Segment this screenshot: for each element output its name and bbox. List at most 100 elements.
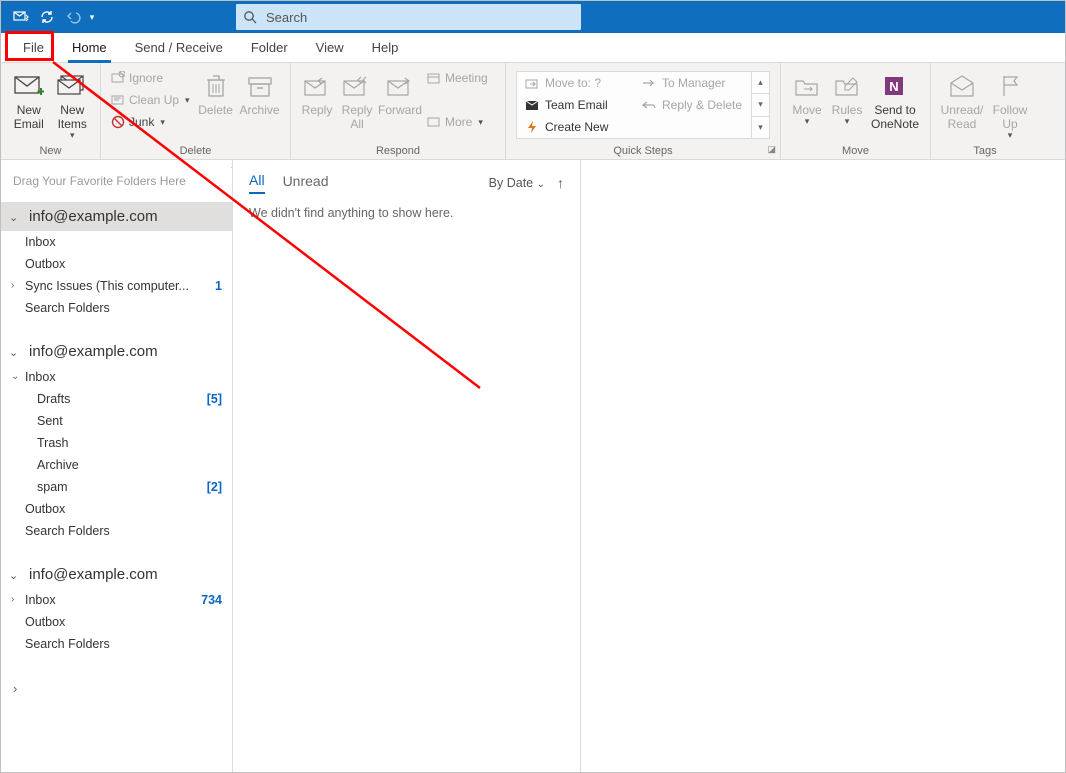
folder-item-inbox[interactable]: Inbox734	[1, 589, 232, 611]
sort-direction-button[interactable]: ↑	[557, 175, 564, 191]
folder-item-outbox[interactable]: Outbox	[1, 611, 232, 633]
folder-item-drafts[interactable]: Drafts[5]	[1, 388, 232, 410]
qs-up-button[interactable]: ▴	[752, 72, 769, 94]
junk-icon	[111, 115, 125, 129]
sync-icon[interactable]	[35, 5, 59, 29]
qs-move-to[interactable]: Move to: ?	[517, 72, 634, 94]
chevron-right-icon[interactable]: ›	[11, 280, 14, 291]
reply-all-button[interactable]: Reply All	[337, 67, 377, 133]
folder-item-sent[interactable]: Sent	[1, 410, 232, 432]
search-input[interactable]	[264, 9, 581, 26]
folder-item-inbox[interactable]: Inbox	[1, 231, 232, 253]
qs-team-email[interactable]: Team Email	[517, 94, 634, 116]
folder-item-archive[interactable]: Archive	[1, 454, 232, 476]
send-receive-all-icon[interactable]	[9, 5, 33, 29]
collapse-folder-pane-icon[interactable]: ◂	[231, 162, 233, 173]
search-box[interactable]	[236, 4, 581, 30]
tab-folder[interactable]: Folder	[237, 34, 302, 62]
message-list-pane: All Unread By Date ⌄ ↑ We didn't find an…	[233, 160, 581, 772]
folder-arrow-icon	[525, 78, 539, 89]
ribbon-group-label: New	[7, 143, 94, 159]
folder-item-search-folders[interactable]: Search Folders	[1, 297, 232, 319]
ribbon-group-delete: Ignore Clean Up▾ Junk▾ Delete	[101, 63, 291, 159]
ribbon: New Email New Items ▾ New Ignore	[1, 63, 1065, 160]
envelope-icon	[525, 100, 539, 111]
qs-down-button[interactable]: ▾	[752, 94, 769, 116]
dialog-launcher-icon[interactable]: ◪	[767, 144, 776, 155]
new-email-button[interactable]: New Email	[7, 67, 51, 133]
new-items-label: New Items	[58, 103, 87, 131]
tab-home[interactable]: Home	[58, 34, 121, 62]
account-header[interactable]: ⌄ info@example.com	[1, 202, 232, 231]
ribbon-group-new: New Email New Items ▾ New	[1, 63, 101, 159]
archive-button[interactable]: Archive	[238, 67, 282, 119]
reply-button[interactable]: Reply	[297, 67, 337, 119]
svg-text:N: N	[889, 79, 898, 94]
folder-item-search-folders[interactable]: Search Folders	[1, 520, 232, 542]
ignore-button[interactable]: Ignore	[111, 67, 190, 89]
filter-tab-unread[interactable]: Unread	[283, 173, 329, 193]
onenote-button[interactable]: N Send to OneNote	[867, 67, 923, 133]
ribbon-group-quicksteps: Move to: ? Team Email Create New To Mana…	[506, 63, 781, 159]
account-header[interactable]: ⌄ info@example.com	[1, 560, 232, 589]
lightning-icon	[525, 120, 539, 134]
ribbon-group-respond: Reply Reply All Forward Meeting More▾	[291, 63, 506, 159]
chevron-down-icon: ⌄	[9, 569, 18, 582]
folder-item-trash[interactable]: Trash	[1, 432, 232, 454]
rules-icon	[834, 69, 860, 103]
move-button[interactable]: Move▾	[787, 67, 827, 129]
chevron-down-icon[interactable]: ⌄	[11, 371, 19, 382]
list-header: All Unread By Date ⌄ ↑	[249, 172, 564, 194]
tab-help[interactable]: Help	[358, 34, 413, 62]
nav-more-button[interactable]: ›	[1, 673, 232, 704]
folder-item-spam[interactable]: spam[2]	[1, 476, 232, 498]
clean-up-button[interactable]: Clean Up▾	[111, 89, 190, 111]
delete-button[interactable]: Delete	[194, 67, 238, 119]
forward-icon	[387, 69, 413, 103]
folder-move-icon	[794, 69, 820, 103]
meeting-button[interactable]: Meeting	[427, 67, 488, 89]
new-email-label: New Email	[14, 103, 44, 131]
ribbon-group-label: Delete	[107, 143, 284, 159]
qs-reply-delete[interactable]: Reply & Delete	[634, 94, 751, 116]
chevron-right-icon[interactable]: ›	[11, 594, 14, 605]
quicksteps-scrollbar: ▴ ▾ ▾	[751, 72, 769, 138]
ribbon-group-label: Respond	[297, 143, 499, 159]
ribbon-group-tags: Unread/ Read Follow Up▾ Tags	[931, 63, 1039, 159]
tab-send-receive[interactable]: Send / Receive	[121, 34, 237, 62]
title-bar: ▾	[1, 1, 1065, 33]
account-header[interactable]: ⌄ info@example.com	[1, 337, 232, 366]
unread-read-button[interactable]: Unread/ Read	[937, 67, 987, 133]
filter-tab-all[interactable]: All	[249, 172, 265, 194]
folder-item-inbox[interactable]: Inbox	[1, 366, 232, 388]
chevron-down-icon: ⌄	[9, 346, 18, 359]
folder-item-outbox[interactable]: Outbox	[1, 498, 232, 520]
onenote-icon: N	[883, 69, 907, 103]
more-button[interactable]: More▾	[427, 111, 488, 133]
quick-access-toolbar: ▾	[9, 5, 97, 29]
qs-to-manager[interactable]: To Manager	[634, 72, 751, 94]
envelope-icon	[14, 69, 44, 103]
forward-button[interactable]: Forward	[377, 67, 423, 119]
empty-list-message: We didn't find anything to show here.	[249, 206, 564, 220]
undo-icon[interactable]	[61, 5, 85, 29]
qs-expand-button[interactable]: ▾	[752, 117, 769, 138]
folder-item-sync-issues[interactable]: Sync Issues (This computer...1	[1, 275, 232, 297]
new-items-button[interactable]: New Items ▾	[51, 67, 95, 143]
junk-button[interactable]: Junk▾	[111, 111, 190, 133]
chevron-down-icon: ⌄	[9, 211, 18, 224]
tab-view[interactable]: View	[302, 34, 358, 62]
qat-dropdown-icon[interactable]: ▾	[87, 5, 97, 29]
ribbon-group-label: Quick Steps◪	[512, 143, 774, 159]
ribbon-group-label: Tags	[937, 143, 1033, 159]
tab-file[interactable]: File	[9, 34, 58, 62]
folder-pane: ◂ Drag Your Favorite Folders Here ⌄ info…	[1, 160, 233, 772]
rules-button[interactable]: Rules▾	[827, 67, 867, 129]
folder-item-outbox[interactable]: Outbox	[1, 253, 232, 275]
reading-pane	[581, 160, 1065, 772]
qs-create-new[interactable]: Create New	[517, 116, 634, 138]
folder-item-search-folders[interactable]: Search Folders	[1, 633, 232, 655]
sort-by-date[interactable]: By Date ⌄	[489, 176, 545, 190]
follow-up-button[interactable]: Follow Up▾	[987, 67, 1033, 143]
chevron-down-icon: ⌄	[537, 179, 545, 190]
